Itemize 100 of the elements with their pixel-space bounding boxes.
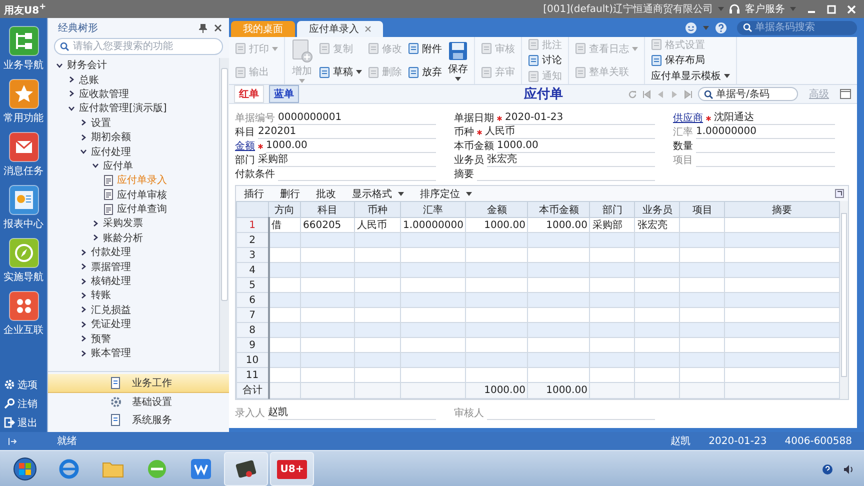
grid-toolbar-button[interactable]: 删行 [280, 186, 300, 200]
tree-item[interactable]: 财务会计 [48, 58, 219, 72]
tree-item[interactable]: 期初余额 [48, 130, 219, 144]
toolbar-button[interactable]: 草稿 [319, 65, 362, 80]
tree-item[interactable]: 凭证处理 [48, 317, 219, 332]
input-field[interactable]: 张宏亮 [487, 153, 655, 167]
field-label[interactable]: 供应商 [673, 111, 703, 125]
input-field[interactable]: 采购部 [258, 153, 436, 167]
column-header[interactable]: 金额 [466, 202, 528, 218]
module-item[interactable]: 业务工作 [48, 374, 229, 393]
column-header[interactable]: 汇率 [400, 202, 466, 218]
row-number[interactable]: 1 [236, 218, 268, 232]
tree-icon[interactable] [8, 26, 38, 56]
scrollbar[interactable] [219, 58, 229, 371]
module-item[interactable]: 基础设置 [48, 393, 229, 411]
input-field[interactable]: 1.00000000 [696, 125, 835, 139]
rail-action[interactable]: 退出 [18, 416, 38, 430]
barcode-search-field[interactable]: 单据条码搜索 [737, 20, 857, 34]
column-header[interactable]: 业务员 [634, 202, 680, 218]
toolbar-button[interactable]: 保存布局 [651, 53, 705, 68]
grid-toolbar-button[interactable]: 显示格式 [352, 186, 404, 200]
row-number[interactable]: 5 [236, 278, 268, 292]
rail-label[interactable]: 企业互联 [4, 323, 44, 337]
toolbar-button[interactable]: 讨论 [528, 53, 562, 68]
row-number[interactable]: 3 [236, 248, 268, 262]
input-field[interactable]: 220201 [258, 125, 436, 139]
tab[interactable]: 应付单录入 [297, 21, 383, 37]
row-number[interactable]: 9 [236, 338, 268, 352]
tree-item[interactable]: 汇兑损益 [48, 302, 219, 318]
toolbar-button[interactable]: 放弃 [408, 65, 442, 80]
key-icon[interactable] [4, 398, 14, 409]
document-search-field[interactable]: 单据号/条码 [698, 87, 798, 101]
bill-type-button[interactable]: 红单 [234, 85, 264, 103]
column-header[interactable]: 币种 [354, 202, 400, 218]
input-field[interactable]: 沈阳通达 [714, 111, 835, 125]
tree-item[interactable]: 账本管理 [48, 346, 219, 360]
row-number[interactable]: 8 [236, 322, 268, 338]
toolbar-button[interactable]: 附件 [408, 42, 442, 56]
grid-toolbar-button[interactable]: 批改 [316, 186, 336, 200]
module-item[interactable]: 系统服务 [48, 411, 229, 429]
template-dropdown[interactable]: 应付单显示模板 [651, 69, 730, 84]
tree-item[interactable]: 应收款管理 [48, 86, 219, 102]
field-label[interactable]: 金额 [235, 139, 255, 153]
headset-icon[interactable] [729, 4, 740, 14]
column-header[interactable]: 科目 [300, 202, 354, 218]
taskbar-item[interactable]: U8+ [270, 452, 314, 486]
tree-item[interactable]: 应付单查询 [48, 202, 219, 216]
grid-toolbar-button[interactable]: 排序定位 [420, 186, 472, 200]
chart-icon[interactable] [8, 185, 38, 215]
tree-item[interactable]: 总账 [48, 72, 219, 87]
tree-item[interactable]: 付款处理 [48, 245, 219, 260]
scrollbar[interactable] [840, 201, 848, 399]
input-field[interactable]: 1000.00 [497, 139, 655, 153]
help-icon[interactable] [822, 464, 833, 474]
collapse-icon[interactable] [8, 436, 17, 446]
input-field[interactable]: 2020-01-23 [505, 111, 655, 125]
rail-action[interactable]: 选项 [18, 378, 38, 392]
taskbar-item[interactable] [224, 452, 268, 486]
customer-service-link[interactable]: 客户服务 [745, 2, 785, 16]
save-button[interactable]: 保存 [448, 37, 468, 84]
rail-label[interactable]: 常用功能 [4, 111, 44, 125]
tree-item[interactable]: 转账 [48, 288, 219, 303]
column-header[interactable]: 部门 [590, 202, 635, 218]
tree-item[interactable]: 采购发票 [48, 216, 219, 231]
tree-item[interactable]: 核销处理 [48, 274, 219, 288]
tree-item[interactable]: 应付单 [48, 158, 219, 174]
expand-icon[interactable] [835, 189, 844, 198]
column-header[interactable]: 方向 [268, 202, 300, 218]
row-number[interactable]: 4 [236, 262, 268, 278]
pin-icon[interactable] [199, 24, 207, 32]
window-icon[interactable] [840, 89, 851, 99]
compass-icon[interactable] [8, 238, 38, 268]
help-icon[interactable] [715, 22, 727, 34]
column-header[interactable]: 摘要 [724, 202, 840, 218]
row-number[interactable]: 2 [236, 232, 268, 248]
column-header[interactable]: 本币金额 [528, 202, 590, 218]
tree-item[interactable]: 预警 [48, 331, 219, 346]
maximize-icon[interactable] [827, 4, 836, 14]
tree-item[interactable]: 账龄分析 [48, 230, 219, 246]
input-field[interactable]: 0000000001 [278, 111, 436, 125]
smiley-icon[interactable] [685, 22, 697, 34]
row-number[interactable]: 10 [236, 352, 268, 368]
row-number[interactable]: 7 [236, 308, 268, 322]
input-field[interactable]: 1000.00 [266, 139, 436, 153]
rail-label[interactable]: 业务导航 [4, 58, 44, 72]
close-icon[interactable] [214, 24, 222, 32]
chevron-down-icon[interactable] [56, 62, 63, 69]
tree-item[interactable]: 票据管理 [48, 259, 219, 274]
row-number[interactable]: 6 [236, 292, 268, 308]
input-field[interactable]: 人民币 [485, 125, 655, 139]
input-field[interactable]: 赵凯 [268, 406, 436, 420]
close-icon[interactable] [365, 26, 371, 32]
envelope-icon[interactable] [8, 132, 38, 162]
tree-item[interactable]: 设置 [48, 116, 219, 130]
exit-icon[interactable] [4, 417, 14, 428]
tree-item[interactable]: 应付单审核 [48, 188, 219, 202]
rail-label[interactable]: 消息任务 [4, 164, 44, 178]
bill-type-button[interactable]: 蓝单 [269, 85, 299, 103]
tree-item[interactable]: 应付处理 [48, 144, 219, 159]
rail-label[interactable]: 报表中心 [4, 217, 44, 231]
